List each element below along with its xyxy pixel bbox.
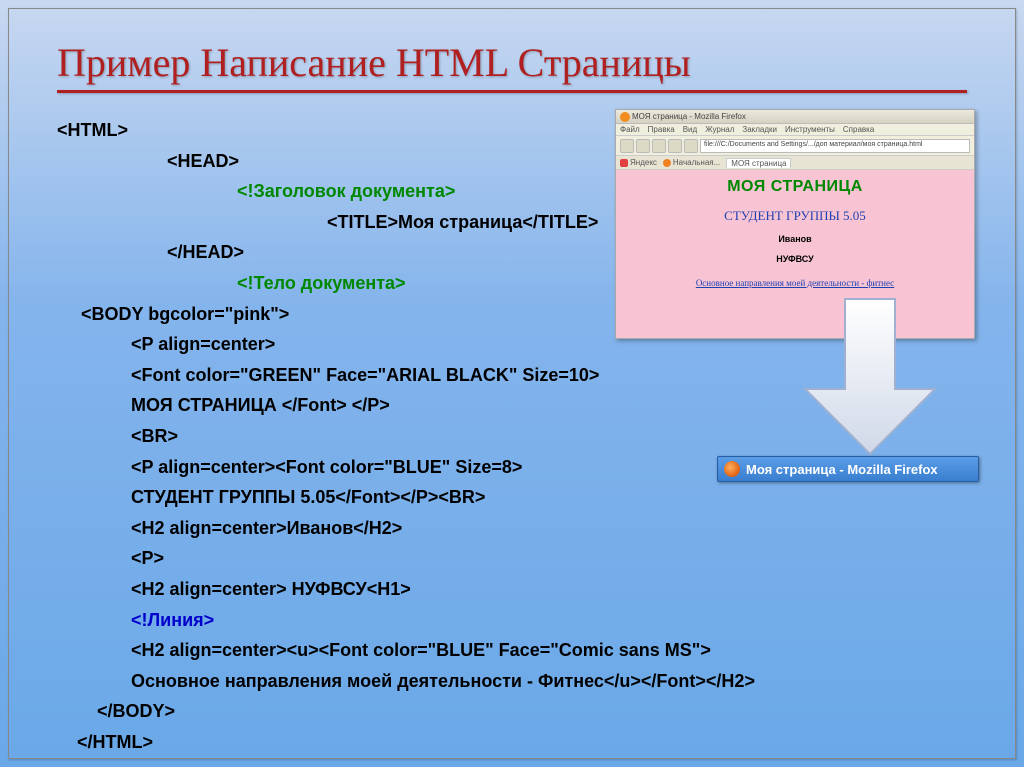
firefox-icon	[663, 159, 671, 167]
slide-title: Пример Написание HTML Страницы	[57, 39, 967, 86]
code-line: <H2 align=center> НУФВСУ<H1>	[57, 574, 967, 605]
menu-item[interactable]: Вид	[683, 125, 697, 134]
yandex-icon	[620, 159, 628, 167]
reload-button[interactable]	[652, 139, 666, 153]
title-area: Пример Написание HTML Страницы	[9, 9, 1015, 103]
code-line: </HTML>	[57, 727, 967, 758]
code-line: <H2 align=center>Иванов</H2>	[57, 513, 967, 544]
menu-item[interactable]: Журнал	[705, 125, 734, 134]
code-line: </BODY>	[57, 696, 967, 727]
menu-item[interactable]: Инструменты	[785, 125, 835, 134]
code-line: <P>	[57, 543, 967, 574]
code-line: Основное направления моей деятельности -…	[57, 666, 967, 697]
code-comment: <!Линия>	[57, 605, 967, 636]
browser-preview: МОЯ страница - Mozilla Firefox Файл Прав…	[615, 109, 975, 339]
back-button[interactable]	[620, 139, 634, 153]
forward-button[interactable]	[636, 139, 650, 153]
page-text: Иванов	[616, 234, 974, 244]
stop-button[interactable]	[668, 139, 682, 153]
code-line: МОЯ СТРАНИЦА </Font> </P>	[57, 390, 967, 421]
taskbar-label: Моя страница - Mozilla Firefox	[746, 462, 938, 477]
taskbar-item[interactable]: Моя страница - Mozilla Firefox	[717, 456, 979, 482]
page-link[interactable]: Основное направления моей деятельности -…	[616, 278, 974, 288]
browser-titlebar: МОЯ страница - Mozilla Firefox	[616, 110, 974, 124]
tab[interactable]: Яндекс	[620, 158, 657, 167]
code-line: <BR>	[57, 421, 967, 452]
tab[interactable]: Начальная...	[663, 158, 720, 167]
firefox-icon	[620, 112, 630, 122]
firefox-icon	[724, 461, 740, 477]
page-subheading: СТУДЕНТ ГРУППЫ 5.05	[616, 208, 974, 224]
menu-item[interactable]: Справка	[843, 125, 874, 134]
address-bar[interactable]: file:///C:/Documents and Settings/.../до…	[700, 139, 970, 153]
menu-item[interactable]: Файл	[620, 125, 640, 134]
tab-active[interactable]: МОЯ страница	[726, 158, 791, 168]
code-line: <H2 align=center><u><Font color="BLUE" F…	[57, 635, 967, 666]
page-text: НУФВСУ	[616, 254, 974, 264]
code-line: СТУДЕНТ ГРУППЫ 5.05</Font></P><BR>	[57, 482, 967, 513]
home-button[interactable]	[684, 139, 698, 153]
browser-tabs: Яндекс Начальная... МОЯ страница	[616, 156, 974, 170]
page-heading: МОЯ СТРАНИЦА	[616, 178, 974, 196]
title-underline	[57, 90, 967, 93]
browser-toolbar: file:///C:/Documents and Settings/.../до…	[616, 136, 974, 156]
slide-frame: Пример Написание HTML Страницы <HTML> <H…	[8, 8, 1016, 759]
menu-item[interactable]: Закладки	[742, 125, 777, 134]
browser-menu: Файл Правка Вид Журнал Закладки Инструме…	[616, 124, 974, 136]
page-body: МОЯ СТРАНИЦА СТУДЕНТ ГРУППЫ 5.05 Иванов …	[616, 170, 974, 338]
code-line: <Font color="GREEN" Face="ARIAL BLACK" S…	[57, 360, 967, 391]
browser-title: МОЯ страница - Mozilla Firefox	[632, 112, 746, 121]
menu-item[interactable]: Правка	[648, 125, 675, 134]
